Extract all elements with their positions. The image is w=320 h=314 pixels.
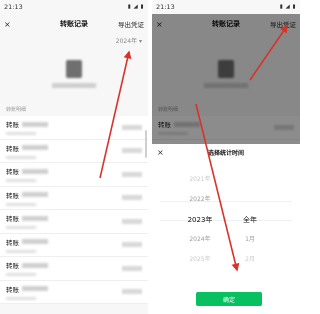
- blurred-date: [6, 202, 36, 206]
- status-bar: 21:13 ▮ ◢ ▮: [152, 0, 300, 14]
- row-title: 转账: [6, 144, 19, 153]
- month-column[interactable]: 全年 1月 2月: [220, 170, 280, 270]
- table-row[interactable]: 转账: [0, 116, 148, 140]
- blurred-name: [22, 192, 48, 198]
- blurred-name: [22, 239, 48, 245]
- picker-item[interactable]: [220, 170, 280, 190]
- avatar: [66, 60, 82, 78]
- transfer-list: 转账 转账 转账 转账 转账 转账 转账 转账: [0, 116, 148, 304]
- scrollbar[interactable]: [145, 130, 147, 158]
- picker-item[interactable]: [220, 190, 280, 210]
- row-title: 转账: [6, 191, 19, 200]
- close-icon[interactable]: ×: [4, 20, 14, 29]
- blurred-date: [6, 249, 36, 253]
- blurred-date: [6, 273, 36, 277]
- row-title: 转账: [6, 168, 19, 177]
- blurred-date: [6, 179, 36, 183]
- table-row[interactable]: 转账: [0, 140, 148, 163]
- row-title: 转账: [6, 238, 19, 247]
- right-screen: 21:13 ▮ ◢ ▮ × 转账记录 导出凭证 转账明细 转账 转账 × 选择统…: [152, 0, 300, 314]
- row-title: 转账: [6, 285, 19, 294]
- section-label: 转账明细: [6, 107, 27, 113]
- picker-item[interactable]: 1月: [220, 230, 280, 250]
- blurred-date: [6, 155, 36, 159]
- blurred-name: [22, 262, 48, 268]
- table-row[interactable]: 转账: [0, 187, 148, 210]
- blurred-amount: [122, 171, 142, 177]
- title-bar: × 转账记录 导出凭证: [0, 14, 148, 34]
- table-row[interactable]: 转账: [0, 234, 148, 257]
- row-title: 转账: [6, 215, 19, 224]
- blurred-name: [22, 215, 48, 221]
- blurred-amount: [122, 124, 142, 130]
- row-title: 转账: [6, 121, 19, 130]
- blurred-amount: [122, 148, 142, 154]
- blurred-date: [6, 132, 36, 136]
- status-time: 21:13: [4, 3, 23, 11]
- time-picker-sheet: × 选择统计时间 2021年 2022年 2023年 2024年 2025年 全…: [152, 144, 300, 314]
- close-icon[interactable]: ×: [157, 148, 167, 157]
- sheet-title: 选择统计时间: [207, 149, 244, 157]
- row-title: 转账: [6, 262, 19, 271]
- table-row[interactable]: 转账: [0, 163, 148, 187]
- modal-backdrop[interactable]: [152, 14, 300, 144]
- table-row[interactable]: 转账: [0, 281, 148, 304]
- status-bar: 21:13 ▮ ◢ ▮: [0, 0, 148, 14]
- status-time: 21:13: [156, 3, 175, 11]
- blurred-name: [22, 121, 48, 127]
- table-row[interactable]: 转账: [0, 257, 148, 281]
- left-screen: 21:13 ▮ ◢ ▮ × 转账记录 导出凭证 2024年 ▾ 转账明细 转账 …: [0, 0, 148, 314]
- export-voucher-button[interactable]: 导出凭证: [118, 19, 144, 29]
- blurred-amount: [122, 242, 142, 248]
- blurred-date: [6, 226, 36, 230]
- blurred-amount: [122, 195, 142, 201]
- picker-item[interactable]: 2月: [220, 250, 280, 270]
- table-row[interactable]: 转账: [0, 210, 148, 234]
- year-picker[interactable]: 2024年 ▾: [0, 34, 148, 46]
- blurred-amount: [122, 218, 142, 224]
- blurred-name: [22, 145, 48, 151]
- picker-item-selected[interactable]: 全年: [220, 210, 280, 230]
- contact-header: [0, 46, 148, 102]
- blurred-name: [22, 286, 48, 292]
- signal-battery-icon: ▮ ◢ ▮: [127, 4, 144, 10]
- sheet-header: × 选择统计时间: [152, 144, 300, 160]
- signal-battery-icon: ▮ ◢ ▮: [279, 4, 296, 10]
- contact-name-blurred: [52, 83, 96, 88]
- blurred-name: [22, 168, 48, 174]
- blurred-date: [6, 296, 36, 300]
- blurred-amount: [122, 265, 142, 271]
- confirm-button[interactable]: 确定: [196, 292, 262, 306]
- date-picker[interactable]: 2021年 2022年 2023年 2024年 2025年 全年 1月 2月: [152, 170, 300, 274]
- blurred-amount: [122, 289, 142, 295]
